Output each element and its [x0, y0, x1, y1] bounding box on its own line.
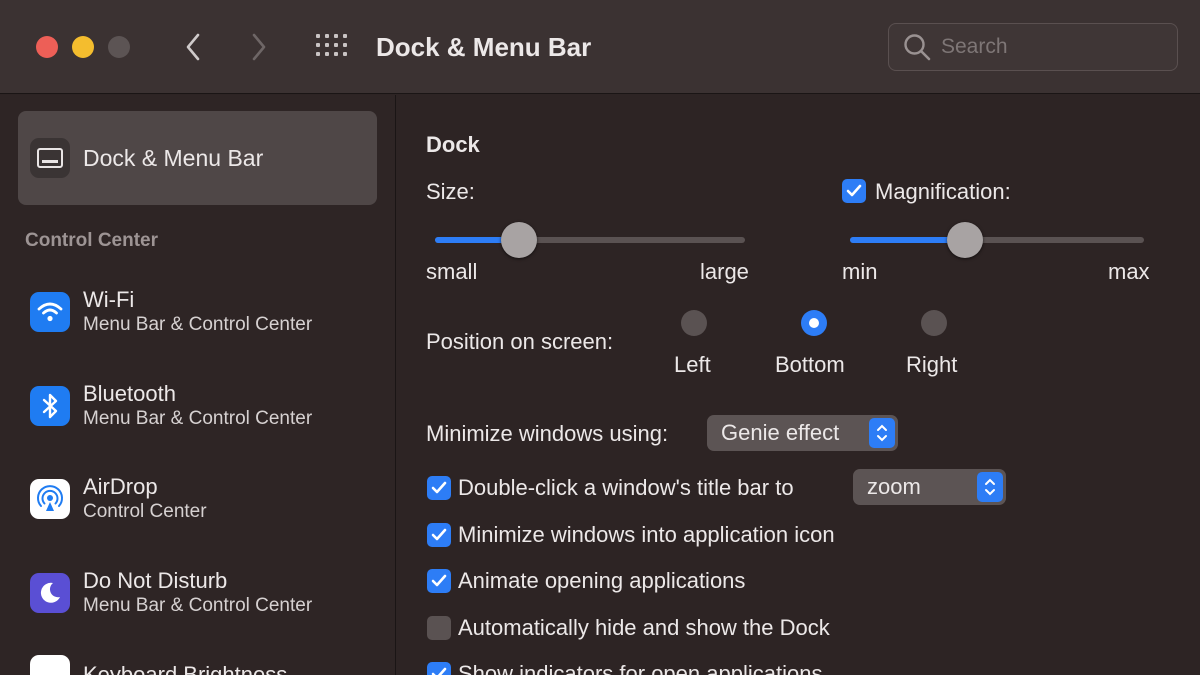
wifi-icon: [30, 292, 70, 332]
minimize-effect-popup[interactable]: Genie effect: [707, 415, 898, 451]
back-button[interactable]: [178, 30, 208, 64]
show-all-grid-icon[interactable]: [316, 34, 350, 60]
magnification-label: Magnification:: [875, 179, 1011, 204]
popup-arrows-icon: [977, 472, 1003, 502]
checkmark-icon: [431, 528, 447, 541]
auto-hide-dock-checkbox[interactable]: [427, 616, 451, 640]
sidebar-item-title: Keyboard Brightness: [83, 662, 288, 675]
sidebar-item-title: Do Not Disturb: [83, 568, 228, 593]
sidebar-item-keyboard-brightness[interactable]: Keyboard Brightness: [30, 655, 287, 675]
animate-opening-checkbox[interactable]: [427, 569, 451, 593]
sidebar-section-title: Control Center: [25, 230, 158, 251]
position-right-radio[interactable]: [921, 310, 947, 336]
minimize-into-icon-checkbox[interactable]: [427, 523, 451, 547]
auto-hide-dock-label: Automatically hide and show the Dock: [458, 615, 830, 640]
double-click-action-value: zoom: [867, 474, 921, 499]
dock-heading: Dock: [426, 132, 480, 157]
sidebar-item-title: AirDrop: [83, 474, 158, 499]
sidebar-item-bluetooth[interactable]: Bluetooth Menu Bar & Control Center: [30, 381, 312, 431]
search-icon: [904, 34, 931, 61]
minimize-button[interactable]: [72, 36, 94, 58]
position-bottom-label: Bottom: [775, 352, 845, 377]
sidebar-item-label: Dock & Menu Bar: [83, 145, 264, 171]
sidebar-item-subtitle: Control Center: [83, 501, 207, 522]
chevron-right-icon: [252, 33, 266, 61]
magnification-min-label: min: [842, 259, 878, 284]
position-bottom-radio[interactable]: [801, 310, 827, 336]
search-input[interactable]: [941, 35, 1161, 59]
magnification-slider[interactable]: [850, 222, 1144, 258]
sidebar-item-dock-menu-bar-content[interactable]: Dock & Menu Bar: [30, 138, 263, 178]
sidebar-item-wifi[interactable]: Wi-Fi Menu Bar & Control Center: [30, 287, 312, 337]
double-click-action-popup[interactable]: zoom: [853, 469, 1006, 505]
size-label: Size:: [426, 179, 475, 204]
sidebar-item-do-not-disturb[interactable]: Do Not Disturb Menu Bar & Control Center: [30, 568, 312, 618]
sidebar-item-title: Wi-Fi: [83, 287, 135, 312]
title-bar: Dock & Menu Bar: [0, 0, 1200, 94]
close-button[interactable]: [36, 36, 58, 58]
search-field[interactable]: [888, 23, 1178, 71]
dock-settings-pane: Dock Size: small large Magnification: mi…: [397, 95, 1200, 675]
moon-icon: [30, 573, 70, 613]
chevron-left-icon: [186, 33, 200, 61]
size-slider[interactable]: [435, 222, 745, 258]
sidebar-item-subtitle: Menu Bar & Control Center: [83, 408, 313, 429]
double-click-checkbox[interactable]: [427, 476, 451, 500]
minimize-effect-value: Genie effect: [721, 420, 840, 445]
sidebar: Dock & Menu Bar Control Center Wi-Fi Men…: [0, 95, 396, 675]
sidebar-item-subtitle: Menu Bar & Control Center: [83, 595, 313, 616]
size-min-label: small: [426, 259, 478, 284]
checkmark-icon: [846, 184, 862, 197]
popup-arrows-icon: [869, 418, 895, 448]
checkmark-icon: [431, 481, 447, 494]
show-indicators-label: Show indicators for open applications: [458, 661, 823, 675]
bluetooth-icon: [30, 386, 70, 426]
double-click-label: Double-click a window's title bar to: [458, 475, 794, 500]
checkmark-icon: [431, 574, 447, 587]
animate-opening-label: Animate opening applications: [458, 568, 746, 593]
magnification-checkbox[interactable]: [842, 179, 866, 203]
size-max-label: large: [700, 259, 749, 284]
minimize-using-label: Minimize windows using:: [426, 421, 669, 446]
magnification-max-label: max: [1108, 259, 1150, 284]
size-slider-knob[interactable]: [501, 222, 537, 258]
show-indicators-checkbox[interactable]: [427, 662, 451, 675]
airdrop-icon: [30, 479, 70, 519]
position-left-label: Left: [674, 352, 711, 377]
sidebar-item-subtitle: Menu Bar & Control Center: [83, 314, 313, 335]
dock-menu-bar-icon: [30, 138, 70, 178]
sidebar-item-airdrop[interactable]: AirDrop Control Center: [30, 474, 207, 524]
zoom-button[interactable]: [108, 36, 130, 58]
position-right-label: Right: [906, 352, 958, 377]
magnification-slider-knob[interactable]: [947, 222, 983, 258]
checkmark-icon: [431, 667, 447, 675]
sidebar-item-title: Bluetooth: [83, 381, 176, 406]
keyboard-brightness-icon: [30, 655, 70, 675]
position-label: Position on screen:: [426, 329, 614, 354]
window-title: Dock & Menu Bar: [376, 32, 592, 62]
position-left-radio[interactable]: [681, 310, 707, 336]
minimize-into-icon-label: Minimize windows into application icon: [458, 522, 835, 547]
forward-button[interactable]: [244, 30, 274, 64]
